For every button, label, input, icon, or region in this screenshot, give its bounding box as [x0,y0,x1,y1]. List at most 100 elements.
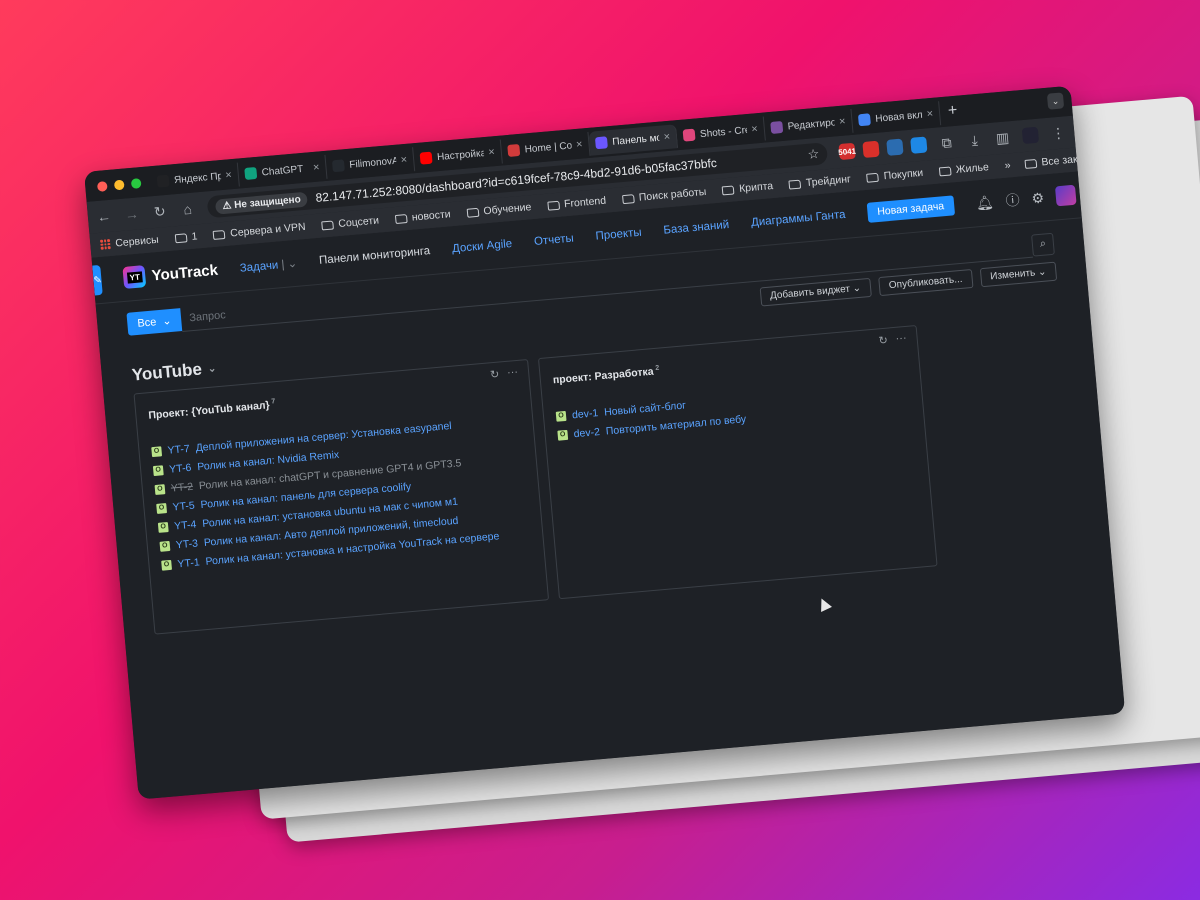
tab-search-button[interactable]: ⌄ [1046,92,1065,110]
nav-gantt-charts[interactable]: Диаграммы Ганта [751,209,846,229]
close-tab-icon[interactable]: × [839,115,846,128]
nav-knowledge-base[interactable]: База знаний [663,219,730,237]
gear-icon[interactable]: ⚙ [1031,189,1045,207]
shots-icon [682,128,696,142]
new-tab-button[interactable]: + [947,102,958,121]
close-tab-icon[interactable]: × [663,131,670,144]
bookmark-item[interactable]: Соцсети [321,214,379,231]
tab[interactable]: Редактиро × [763,108,854,141]
bookmark-item[interactable]: Поиск работы [621,186,707,205]
new-issue-button[interactable]: Новая задача [866,195,955,223]
bookmark-item[interactable]: Покупки [866,167,924,184]
tab[interactable]: ChatGPT × [237,154,328,187]
issue-id-link[interactable]: dev-1 [572,407,599,421]
close-tab-icon[interactable]: × [313,161,320,174]
bookmark-label: Сервисы [114,233,160,250]
tab[interactable]: Новая вкл × [851,101,942,133]
nav-projects[interactable]: Проекты [595,227,642,243]
home-icon[interactable]: ⌂ [179,200,196,218]
issue-id-link[interactable]: YT-4 [174,518,197,532]
tab-title: Shots - Cre [699,124,747,140]
folder-icon [394,213,408,224]
bookmark-item[interactable]: 1 [174,230,198,244]
extension-icon[interactable] [910,136,928,154]
tab[interactable]: Настройка × [413,139,503,172]
nav-reports[interactable]: Отчеты [534,233,575,248]
tab[interactable]: Панель мо × [588,124,679,156]
folder-icon [466,207,479,218]
bookmark-item[interactable]: Обучение [466,201,532,219]
youtube-icon [419,151,433,165]
issue-summary-link[interactable]: Новый сайт-блог [604,399,687,418]
side-panel-icon[interactable]: ▥ [994,129,1011,147]
tab[interactable]: Shots - Cre × [676,116,766,149]
feather-icon[interactable]: ✎ [92,264,104,296]
youtrack-logo[interactable]: YT YouTrack [122,259,219,289]
puzzle-extensions-icon[interactable]: ⧉ [938,134,955,152]
bookmark-item[interactable]: Жилье [938,161,989,177]
close-tab-icon[interactable]: × [400,154,407,167]
extension-icon[interactable] [862,140,880,158]
bookmark-item[interactable]: Трейдинг [788,173,851,190]
help-icon[interactable]: ⓘ [1005,190,1021,211]
refresh-icon[interactable]: ↻ [878,334,888,348]
tab[interactable]: FilimonovAl × [325,147,416,179]
bookmark-item[interactable]: Крипта [721,180,774,196]
more-icon[interactable]: ··· [895,332,907,346]
chevron-double-right-icon[interactable]: » [1004,159,1011,171]
youtrack-icon [594,136,608,150]
issue-id-link[interactable]: YT-5 [172,499,195,513]
tab-title: Home | Coo [524,139,572,155]
bookmark-item[interactable]: Сервера и VPN [212,221,306,241]
profile-avatar[interactable] [1021,126,1040,145]
issue-id-link[interactable]: YT-1 [177,556,200,570]
security-indicator[interactable]: ⚠ Не защищено [214,191,309,215]
chrome-icon [857,113,871,127]
bookmark-label: Frontend [563,194,607,211]
search-scope-dropdown[interactable]: Все ⌄ [126,308,183,336]
forward-icon[interactable]: → [123,205,140,222]
search-icon[interactable]: ⌕ [1031,232,1055,257]
bell-icon[interactable]: 🔔︎ [975,193,994,211]
issue-id-link[interactable]: YT-2 [170,480,193,494]
close-tab-icon[interactable]: × [225,169,232,182]
edit-label: Изменить [989,267,1036,283]
browser-window: Яндекс Про × ChatGPT × FilimonovAl × Нас… [84,85,1126,800]
extension-icon[interactable]: 5041 [838,142,856,161]
issue-id-link[interactable]: YT-3 [175,537,198,551]
issue-id-link[interactable]: dev-2 [573,426,600,440]
nav-issues[interactable]: Задачи | ⌄ [239,256,297,275]
tab-title: Редактиро [787,116,835,132]
bookmark-label: Обучение [482,201,532,218]
nav-dashboards[interactable]: Панели мониторинга [319,245,431,267]
back-icon[interactable]: ← [95,208,112,225]
tab-title: Яндекс Про [173,170,221,186]
more-icon[interactable]: ··· [507,366,519,380]
tab[interactable]: Home | Coo × [500,131,591,164]
issue-id-link[interactable]: YT-6 [169,461,192,475]
close-tab-icon[interactable]: × [576,138,583,151]
state-badge: O [159,540,171,552]
issue-summary-link[interactable]: Повторить материал по вебу [605,413,746,437]
chevron-down-icon: ⌄ [161,314,173,328]
refresh-icon[interactable]: ↻ [489,368,500,382]
issue-id-link[interactable]: YT-7 [167,442,190,456]
close-tab-icon[interactable]: × [751,123,758,136]
menu-icon[interactable]: ⋮ [1050,124,1067,142]
minimize-window-button[interactable] [113,179,125,191]
bookmark-item[interactable]: Frontend [546,194,607,212]
close-window-button[interactable] [96,181,108,192]
extension-icon[interactable] [886,138,904,156]
nav-agile-boards[interactable]: Доски Agile [452,238,513,255]
avatar[interactable] [1055,184,1077,207]
bookmark-star-icon[interactable]: ☆ [807,146,820,163]
bookmark-item[interactable]: Сервисы [99,233,160,251]
tab-title: Панель мо [611,132,660,148]
bookmark-item[interactable]: новости [394,208,451,225]
tab[interactable]: Яндекс Про × [150,162,240,195]
close-tab-icon[interactable]: × [488,146,495,159]
close-tab-icon[interactable]: × [926,108,933,121]
download-icon[interactable]: ⤓ [966,131,983,149]
reload-icon[interactable]: ↻ [151,202,168,220]
maximize-window-button[interactable] [130,178,142,189]
